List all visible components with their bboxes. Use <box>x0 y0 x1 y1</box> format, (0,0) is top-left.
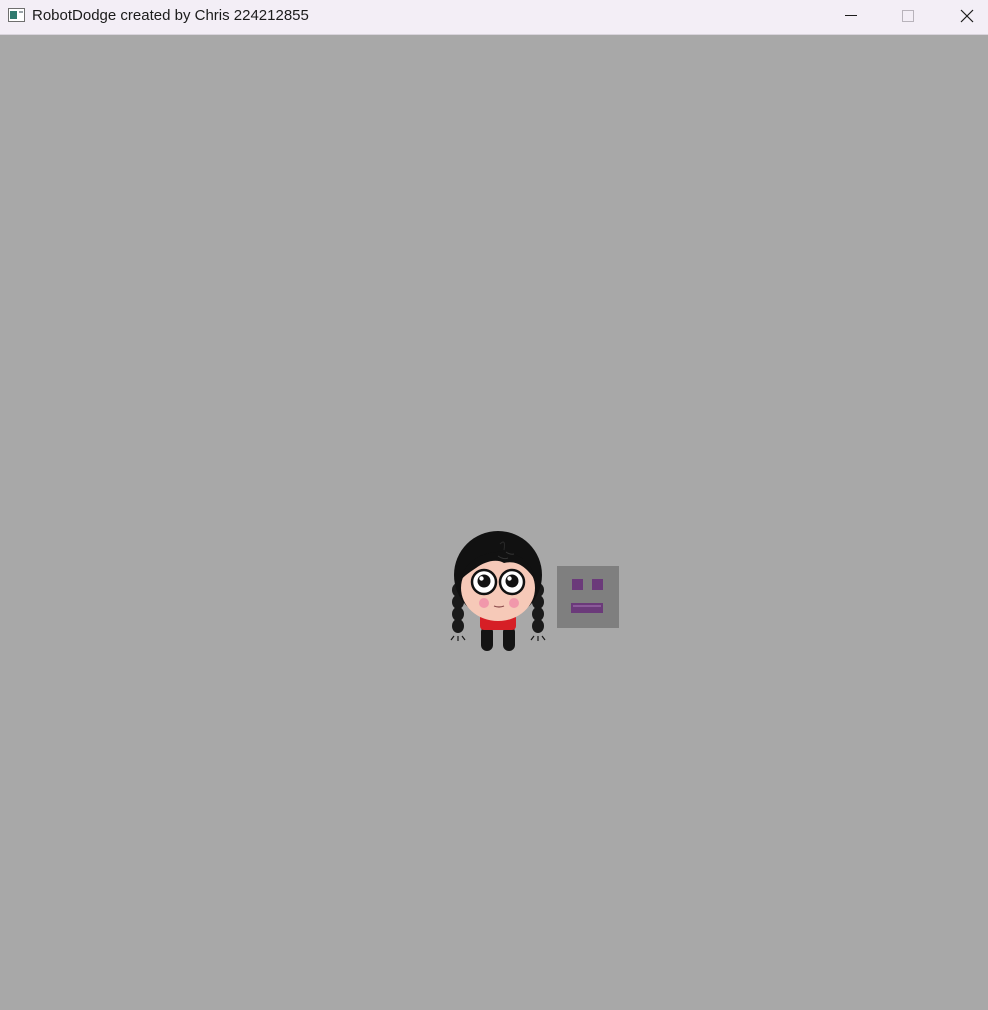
minimize-icon <box>845 15 857 16</box>
app-icon <box>8 8 25 22</box>
close-button[interactable] <box>943 0 988 34</box>
minimize-button[interactable] <box>827 0 873 34</box>
player-sprite <box>450 531 546 651</box>
maximize-button[interactable] <box>885 0 931 34</box>
maximize-icon <box>902 10 914 22</box>
close-icon <box>960 9 974 23</box>
robot-sprite <box>557 566 619 628</box>
game-canvas[interactable] <box>0 35 988 1010</box>
window-title: RobotDodge created by Chris 224212855 <box>32 7 309 24</box>
title-bar[interactable]: RobotDodge created by Chris 224212855 <box>0 0 988 35</box>
app-window: RobotDodge created by Chris 224212855 <box>0 0 988 1010</box>
